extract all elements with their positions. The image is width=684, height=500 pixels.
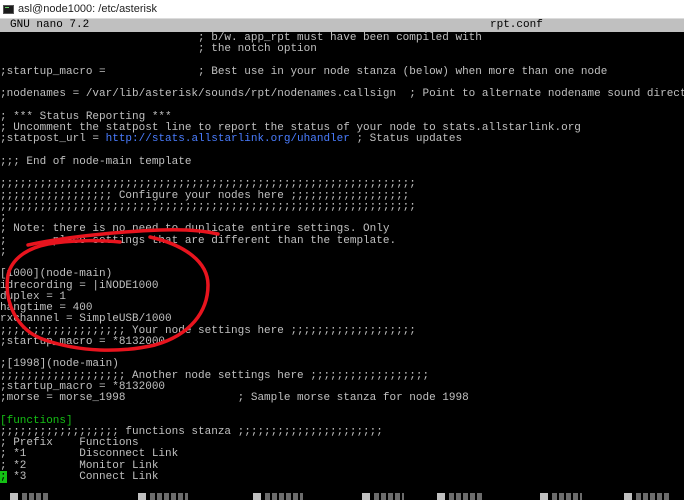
editor-line[interactable]: ; *1 Disconnect Link [0, 448, 684, 460]
terminal-icon [3, 4, 14, 14]
shortcut-item[interactable] [437, 493, 483, 500]
nano-version: GNU nano 7.2 [10, 19, 90, 31]
editor-line[interactable] [0, 403, 684, 415]
window-titlebar: asl@node1000: /etc/asterisk [0, 0, 684, 19]
text-cursor: ; [0, 471, 7, 483]
shortcut-item[interactable] [253, 493, 303, 500]
window-title: asl@node1000: /etc/asterisk [18, 3, 157, 15]
editor-line[interactable]: rxchannel = SimpleUSB/1000 [0, 313, 684, 325]
terminal-window: asl@node1000: /etc/asterisk GNU nano 7.2… [0, 0, 684, 500]
editor-line[interactable]: ;nodenames = /var/lib/asterisk/sounds/rp… [0, 88, 684, 100]
shortcut-item[interactable] [138, 493, 188, 500]
statpost-url-link[interactable]: http://stats.allstarlink.org/uhandler [106, 133, 350, 145]
editor-line[interactable]: ;[1998](node-main) [0, 358, 684, 370]
nano-shortcut-bar [0, 493, 684, 500]
editor-line[interactable] [0, 54, 684, 66]
nano-filename: rpt.conf [490, 19, 543, 31]
statpost-prefix: ;statpost_url = [0, 133, 106, 145]
editor-line[interactable]: ; Note: there is no need to duplicate en… [0, 223, 684, 235]
editor-line-statpost[interactable]: ;statpost_url = http://stats.allstarlink… [0, 133, 684, 145]
nano-header-bar: GNU nano 7.2 rpt.conf [0, 19, 684, 32]
editor-line[interactable]: ;;;;;;;;;;;;;;;;;;;;;;;;;;;;;;;;;;;;;;;;… [0, 178, 684, 190]
shortcut-item[interactable] [10, 493, 50, 500]
shortcut-item[interactable] [540, 493, 582, 500]
shortcut-item[interactable] [624, 493, 670, 500]
cursor-line-text: *3 Connect Link [6, 471, 159, 483]
statpost-comment: ; Status updates [349, 133, 463, 145]
editor-line[interactable]: [1000](node-main) [0, 268, 684, 280]
shortcut-item[interactable] [362, 493, 404, 500]
editor-line-cursor[interactable]: ; *3 Connect Link [0, 471, 684, 483]
